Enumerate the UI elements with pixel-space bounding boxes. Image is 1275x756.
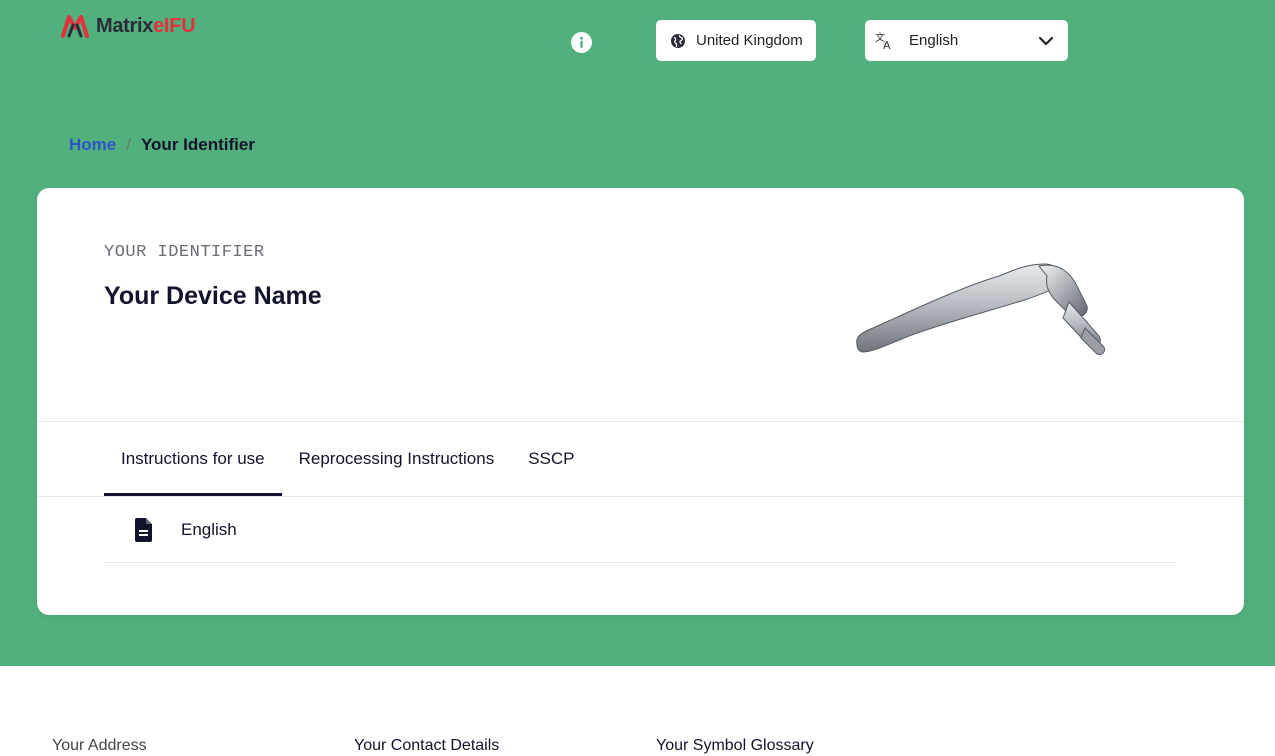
document-row-english[interactable]: English	[104, 497, 1175, 563]
country-selector-button[interactable]: United Kingdom	[656, 20, 816, 61]
document-icon	[135, 517, 152, 542]
device-identifier: YOUR IDENTIFIER	[104, 243, 265, 262]
breadcrumb-current: Your Identifier	[140, 135, 255, 154]
language-label: English	[909, 32, 959, 49]
breadcrumb-home-link[interactable]: Home	[69, 135, 116, 155]
document-tabs: Instructions for use Reprocessing Instru…	[104, 422, 592, 497]
brand-name-part2: eIFU	[153, 14, 196, 37]
document-label: English	[181, 519, 237, 539]
translate-icon: 文 A	[875, 32, 891, 50]
logo-mark-icon	[61, 15, 89, 38]
brand-name: MatrixeIFU	[96, 14, 196, 38]
svg-text:A: A	[883, 39, 891, 50]
chevron-down-icon	[1038, 36, 1054, 45]
brand-name-part1: Matrix	[96, 14, 154, 37]
breadcrumb: Home / Your Identifier	[69, 135, 255, 155]
footer-glossary-heading: Your Symbol Glossary	[656, 737, 814, 754]
tab-instructions-for-use[interactable]: Instructions for use	[104, 422, 282, 497]
breadcrumb-separator: /	[126, 135, 131, 154]
device-card: YOUR IDENTIFIER Your Device Name Instruc…	[37, 188, 1244, 615]
country-label: United Kingdom	[696, 32, 803, 49]
tab-sscp[interactable]: SSCP	[511, 422, 591, 496]
footer-address-heading: Your Address	[52, 737, 147, 754]
info-icon[interactable]	[571, 32, 592, 53]
globe-icon	[671, 33, 685, 48]
device-image	[856, 263, 1106, 355]
device-name: Your Device Name	[104, 282, 322, 310]
brand-logo[interactable]: MatrixeIFU	[60, 12, 196, 40]
tab-reprocessing-instructions[interactable]: Reprocessing Instructions	[282, 422, 512, 496]
language-select[interactable]: 文 A English	[865, 20, 1068, 61]
footer-contact-heading: Your Contact Details	[354, 737, 500, 754]
